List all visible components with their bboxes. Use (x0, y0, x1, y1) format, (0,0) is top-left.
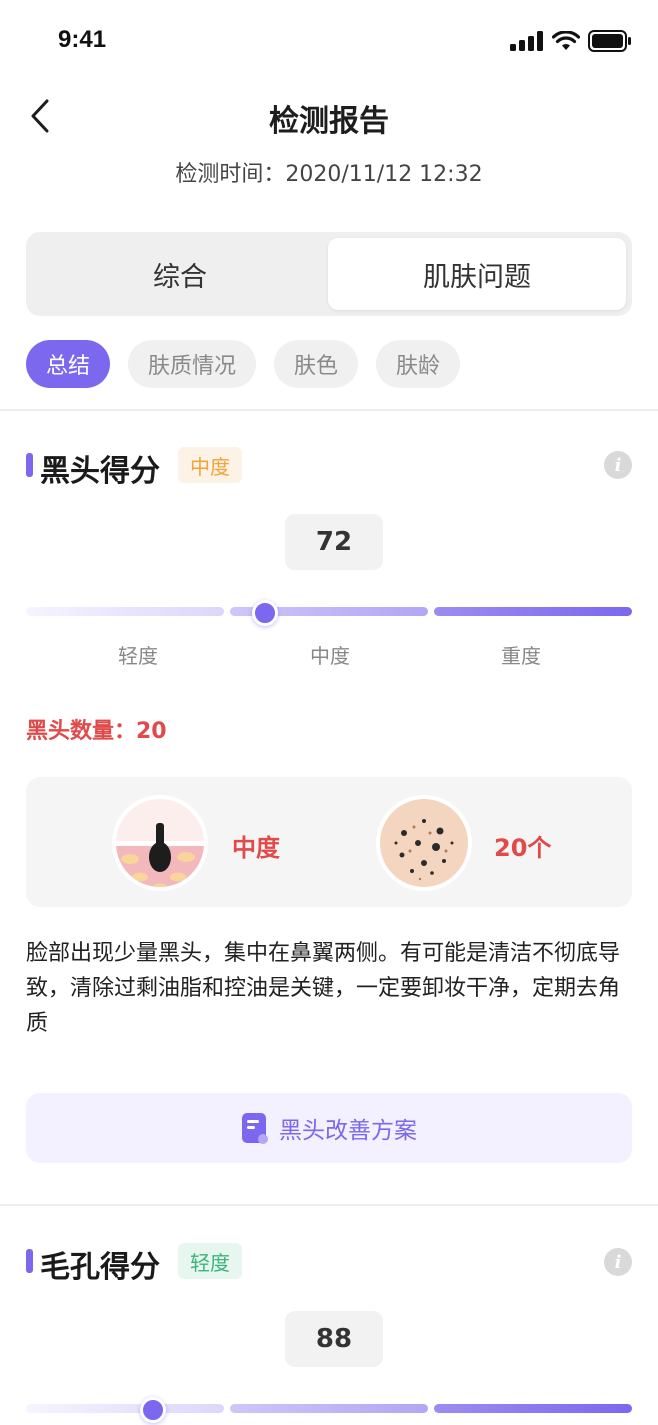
tab-overview[interactable]: 综合 (32, 238, 328, 310)
tab-skin-issues[interactable]: 肌肤问题 (328, 238, 626, 310)
battery-icon (588, 30, 631, 52)
pore-blackhead-illustration (112, 795, 208, 891)
severity-knob (252, 600, 278, 626)
severity-segment-mild (26, 1404, 224, 1413)
status-icons (510, 30, 632, 52)
filter-chips: 总结 肤质情况 肤色 肤龄 (26, 340, 461, 388)
severity-knob (140, 1397, 166, 1423)
pore-level-badge: 轻度 (178, 1243, 242, 1279)
section-marker (26, 1249, 33, 1273)
severity-segment-mild (26, 607, 224, 616)
chip-summary[interactable]: 总结 (26, 340, 111, 388)
plan-button-label: 黑头改善方案 (279, 1118, 417, 1144)
severity-segment-severe (434, 607, 632, 616)
wifi-icon (552, 31, 580, 50)
chip-skin-type[interactable]: 肤质情况 (128, 340, 257, 388)
chip-skin-age[interactable]: 肤龄 (376, 340, 461, 388)
page-title: 检测报告 (269, 104, 389, 139)
level-label-mild: 轻度 (118, 644, 158, 668)
pore-title: 毛孔得分 (40, 1250, 160, 1285)
blackhead-score: 72 (285, 514, 383, 570)
section-marker (26, 453, 33, 477)
blackhead-count: 黑头数量：20 (26, 719, 167, 744)
severity-segment-moderate (230, 1404, 428, 1413)
status-time: 9:41 (58, 26, 107, 53)
illustration-level-label: 中度 (232, 834, 280, 862)
blackhead-plan-button[interactable]: 黑头改善方案 (26, 1093, 632, 1163)
level-label-moderate: 中度 (310, 644, 350, 668)
blackhead-level-badge: 中度 (178, 447, 242, 483)
skin-dots-illustration (376, 795, 472, 891)
illustration-count-label: 20个 (494, 834, 552, 862)
segmented-control: 综合 肌肤问题 (26, 232, 632, 316)
blackhead-description: 脸部出现少量黑头，集中在鼻翼两侧。有可能是清洁不彻底导致，清除过剩油脂和控油是关… (26, 941, 621, 1036)
severity-segment-severe (434, 1404, 632, 1413)
blackhead-title: 黑头得分 (40, 454, 160, 489)
divider (0, 409, 658, 411)
report-time: 检测时间：2020/11/12 12:32 (175, 162, 483, 187)
divider (0, 1204, 658, 1206)
signal-icon (510, 31, 543, 51)
level-label-severe: 重度 (501, 644, 541, 668)
chip-skin-tone[interactable]: 肤色 (274, 340, 359, 388)
info-icon[interactable]: i (604, 451, 632, 479)
document-icon (242, 1113, 268, 1144)
pore-score: 88 (285, 1311, 383, 1367)
info-icon[interactable]: i (604, 1248, 632, 1276)
